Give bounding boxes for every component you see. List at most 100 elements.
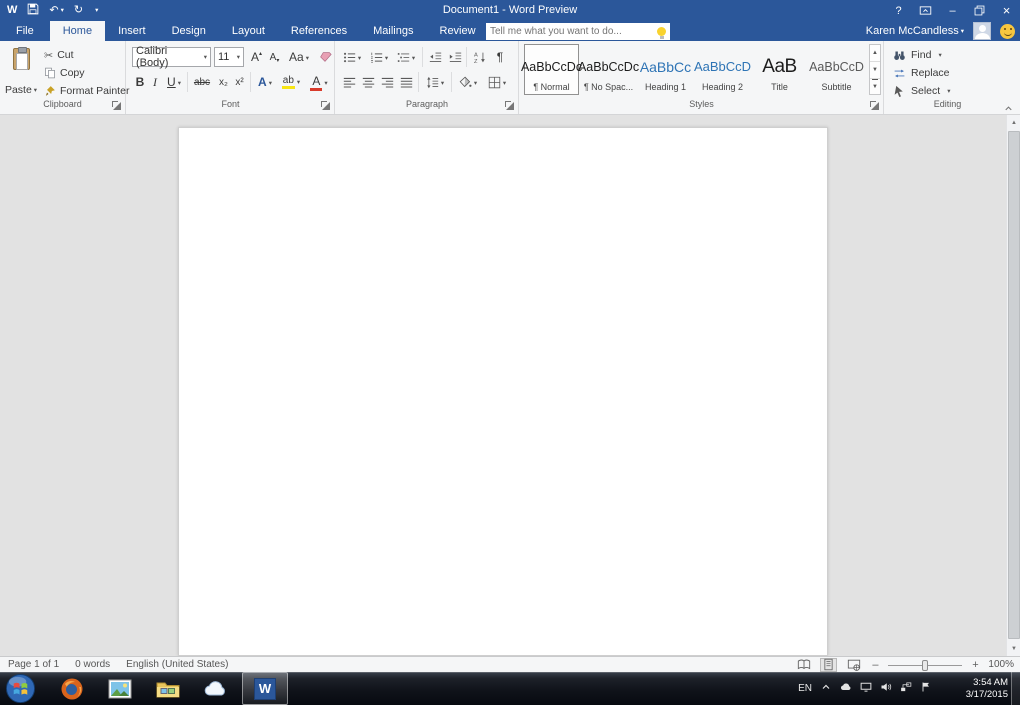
tray-onedrive-button[interactable]	[840, 681, 852, 696]
tab-file[interactable]: File	[0, 21, 50, 41]
web-layout-button[interactable]	[845, 658, 862, 672]
zoom-level[interactable]: 100%	[988, 659, 1014, 670]
numbering-button[interactable]	[367, 47, 391, 67]
tab-design[interactable]: Design	[159, 21, 219, 41]
format-painter-button[interactable]: Format Painter	[44, 83, 129, 99]
subscript-button[interactable]: x₂	[216, 72, 231, 92]
tab-references[interactable]: References	[278, 21, 360, 41]
tab-layout[interactable]: Layout	[219, 21, 278, 41]
styles-gallery-more-button[interactable]: ▼	[872, 79, 878, 94]
scroll-down-button[interactable]: ▼	[1007, 641, 1020, 656]
input-language-indicator[interactable]: EN	[798, 683, 812, 694]
paragraph-dialog-launcher[interactable]	[504, 100, 515, 111]
language-status[interactable]: English (United States)	[126, 659, 228, 670]
show-desktop-button[interactable]	[1011, 672, 1020, 705]
user-avatar[interactable]	[973, 22, 991, 40]
tab-home[interactable]: Home	[50, 21, 105, 41]
feedback-smiley-button[interactable]	[1000, 24, 1015, 39]
clipboard-dialog-launcher[interactable]	[111, 100, 122, 111]
clear-formatting-button[interactable]	[315, 47, 335, 67]
tab-review[interactable]: Review	[427, 21, 489, 41]
page-count[interactable]: Page 1 of 1	[8, 659, 59, 670]
dropdown-arrow-icon	[267, 75, 272, 89]
word-count[interactable]: 0 words	[75, 659, 110, 670]
zoom-slider-thumb[interactable]	[922, 660, 928, 671]
align-left-button[interactable]	[340, 72, 358, 92]
superscript-button[interactable]: x²	[232, 72, 247, 92]
read-mode-button[interactable]	[795, 658, 812, 672]
tab-insert[interactable]: Insert	[105, 21, 159, 41]
zoom-in-button[interactable]: +	[970, 659, 980, 671]
zoom-out-button[interactable]: –	[870, 659, 880, 671]
style-subtitle[interactable]: AaBbCcD Subtitle	[809, 44, 864, 95]
style-no-spacing[interactable]: AaBbCcDc ¶ No Spac...	[581, 44, 636, 95]
print-layout-button[interactable]	[820, 658, 837, 672]
font-name-select[interactable]: Calibri (Body)	[132, 47, 211, 67]
decrease-indent-button[interactable]	[426, 47, 444, 67]
copy-button[interactable]: Copy	[44, 65, 85, 81]
cut-button[interactable]: ✂ Cut	[44, 47, 74, 63]
start-button[interactable]	[5, 673, 36, 704]
font-dialog-launcher[interactable]	[320, 100, 331, 111]
italic-button[interactable]: I	[149, 72, 161, 92]
styles-dialog-launcher[interactable]	[869, 100, 880, 111]
align-right-button[interactable]	[378, 72, 396, 92]
document-page[interactable]	[178, 127, 828, 656]
tell-me-input[interactable]	[490, 26, 657, 37]
underline-button[interactable]: U	[164, 72, 184, 92]
hidden-icons-button[interactable]	[820, 681, 832, 696]
styles-scroll-down-button[interactable]: ▼	[870, 62, 880, 79]
paste-button[interactable]: Paste	[3, 45, 39, 99]
shading-button[interactable]	[455, 72, 481, 92]
tray-volume-button[interactable]	[880, 681, 892, 696]
taskbar-clock[interactable]: 3:54 AM 3/17/2015	[966, 677, 1008, 700]
taskbar-word-button[interactable]: W	[242, 672, 288, 705]
scrollbar-thumb[interactable]	[1008, 131, 1020, 639]
tab-mailings[interactable]: Mailings	[360, 21, 426, 41]
change-case-button[interactable]: Aa	[287, 47, 311, 67]
taskbar-firefox-button[interactable]	[50, 672, 94, 705]
tray-network-button[interactable]	[900, 681, 912, 696]
shrink-font-button[interactable]: A▾	[266, 47, 283, 67]
help-button[interactable]: ?	[885, 0, 912, 21]
replace-button[interactable]: Replace	[893, 65, 950, 81]
format-painter-icon	[44, 85, 56, 97]
style-normal[interactable]: AaBbCcDc ¶ Normal	[524, 44, 579, 95]
minimize-button[interactable]: –	[939, 0, 966, 21]
signed-in-user[interactable]: Karen McCandless	[866, 25, 964, 37]
multilevel-list-button[interactable]	[394, 47, 418, 67]
strikethrough-button[interactable]: abc	[190, 72, 214, 92]
align-center-button[interactable]	[359, 72, 377, 92]
borders-button[interactable]	[484, 72, 510, 92]
style-heading-1[interactable]: AaBbCc Heading 1	[638, 44, 693, 95]
sort-button[interactable]	[470, 47, 490, 67]
style-title[interactable]: AaB Title	[752, 44, 807, 95]
scroll-up-button[interactable]: ▲	[1007, 115, 1020, 130]
bullets-button[interactable]	[340, 47, 364, 67]
justify-button[interactable]	[397, 72, 415, 92]
find-button[interactable]: Find	[893, 47, 942, 63]
line-spacing-button[interactable]	[422, 72, 448, 92]
grow-font-button[interactable]: A▴	[248, 47, 265, 67]
tell-me-box[interactable]	[486, 23, 670, 40]
tray-action-center-button[interactable]	[920, 681, 932, 696]
font-color-button[interactable]: A	[307, 72, 331, 92]
style-heading-2[interactable]: AaBbCcD Heading 2	[695, 44, 750, 95]
font-size-select[interactable]: 11	[214, 47, 244, 67]
taskbar-photo-viewer-button[interactable]	[98, 672, 142, 705]
show-hide-marks-button[interactable]: ¶	[492, 47, 508, 67]
close-button[interactable]: ×	[993, 0, 1020, 21]
restore-button[interactable]	[966, 0, 993, 21]
increase-indent-button[interactable]	[446, 47, 464, 67]
taskbar-explorer-button[interactable]	[146, 672, 190, 705]
text-highlight-button[interactable]: ab	[278, 72, 304, 92]
vertical-scrollbar[interactable]: ▲ ▼	[1006, 115, 1020, 656]
taskbar-onedrive-button[interactable]	[194, 672, 238, 705]
styles-scroll-up-button[interactable]: ▲	[870, 45, 880, 62]
tray-display-button[interactable]	[860, 681, 872, 696]
select-button[interactable]: Select	[893, 83, 950, 99]
zoom-slider[interactable]	[888, 658, 962, 672]
ribbon-display-options-button[interactable]	[912, 0, 939, 21]
text-effects-button[interactable]: A	[254, 72, 276, 92]
bold-button[interactable]: B	[133, 72, 147, 92]
